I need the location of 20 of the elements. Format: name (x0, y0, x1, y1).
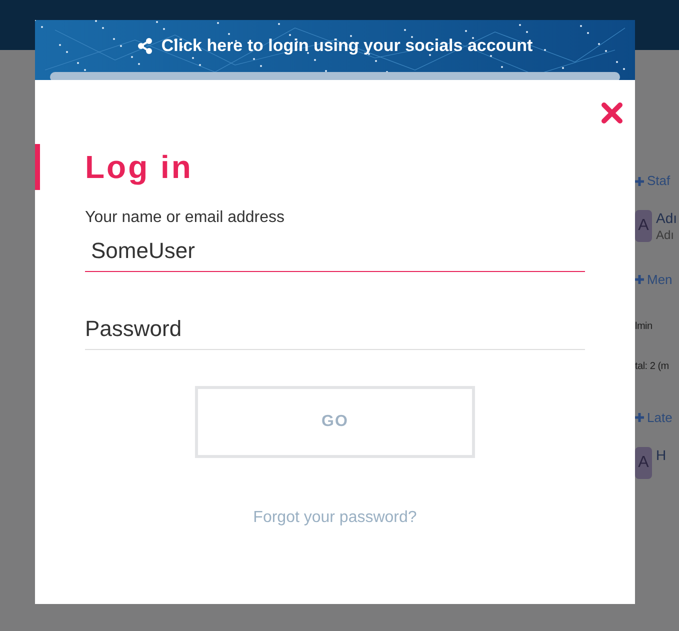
stat-text: lmin (635, 320, 652, 332)
input-field[interactable]: SomeUser (85, 230, 585, 272)
title-accent (35, 144, 40, 190)
member-name: H (656, 446, 666, 464)
social-login-text: Click here to login using your socials account (161, 35, 533, 58)
close-icon[interactable] (601, 102, 623, 124)
plus-icon (635, 176, 644, 186)
section-heading: Men (647, 270, 672, 289)
social-login-banner[interactable]: Click here to login using your socials account (35, 20, 635, 80)
stat-text: tal: 2 (m (635, 360, 669, 372)
member-name: Adı (656, 210, 678, 228)
input-field[interactable]: Password (85, 308, 585, 350)
dialog-title: Log in (85, 148, 193, 187)
section-heading: Late (647, 408, 672, 427)
member-role: Adı (656, 228, 676, 242)
plus-icon (635, 275, 644, 284)
field-label: Your name or email address (85, 208, 286, 228)
section-heading: Staf (647, 172, 670, 190)
share-icon (137, 38, 154, 54)
plus-icon (635, 413, 644, 422)
